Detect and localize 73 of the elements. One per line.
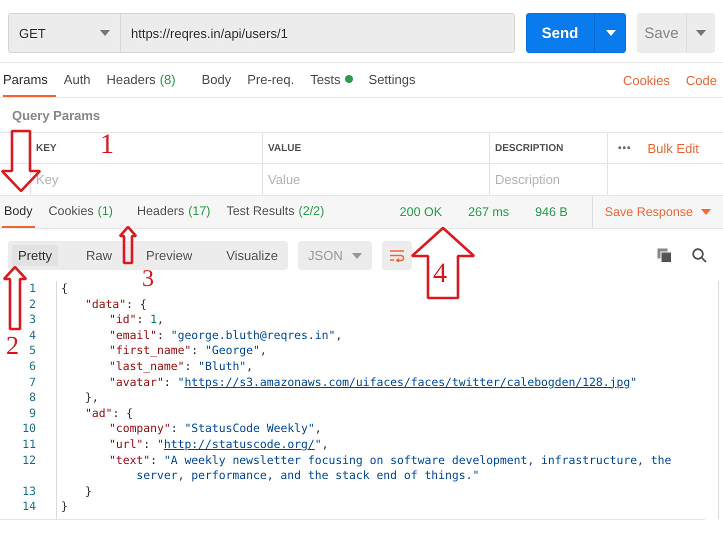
response-tab[interactable]: Cookies (1) — [46, 196, 115, 228]
line-number: 4 — [29, 328, 36, 342]
column-header: VALUE — [268, 142, 302, 154]
link[interactable]: https://s3.amazonaws.com/uifaces/faces/twitter/calebogden/128.jpg — [184, 374, 630, 389]
line-number: 6 — [29, 358, 36, 373]
view-mode-button[interactable]: Raw — [80, 245, 118, 266]
method-dropdown[interactable]: GET — [8, 13, 120, 53]
annotation-number: 2 — [6, 333, 19, 359]
code-line: "last_name": "Bluth", — [108, 358, 254, 375]
request-tab[interactable]: Params — [3, 63, 56, 97]
code-line: "url": "http://statuscode.org/", — [108, 436, 330, 453]
code-line: } — [84, 484, 93, 500]
view-mode-button[interactable]: Pretty — [12, 245, 58, 266]
caret-icon — [100, 30, 110, 36]
line-number: 2 — [29, 296, 36, 311]
response-size: 946 B — [535, 204, 568, 221]
request-tab[interactable]: Tests — [310, 63, 361, 97]
search-icon[interactable] — [692, 248, 707, 263]
line-number: 7 — [29, 374, 36, 389]
section-title: Query Params — [11, 106, 102, 125]
code-line: } — [61, 499, 69, 515]
wrap-icon — [389, 249, 406, 262]
line-number: 13 — [22, 484, 36, 498]
response-tab[interactable]: Headers (17) — [134, 196, 212, 228]
caret-icon — [352, 252, 362, 258]
line-number: 11 — [22, 436, 36, 451]
status-code: 200 OK — [400, 204, 442, 221]
response-tab[interactable]: Body — [2, 196, 34, 228]
code-line: "data": { — [84, 296, 148, 312]
code-line: "email": "george.bluth@reqres.in", — [108, 328, 344, 344]
code-line: "ad": { — [84, 406, 134, 422]
annotation-number: 3 — [142, 267, 154, 291]
request-tab[interactable]: Pre-req. — [247, 63, 302, 97]
caret-icon — [696, 30, 706, 36]
line-number: 1 — [29, 281, 36, 295]
line-number: 12 — [22, 452, 36, 467]
url-field[interactable]: https://reqres.in/api/users/1 — [120, 13, 515, 53]
column-header: KEY — [36, 142, 57, 154]
annotation-number: 1 — [100, 131, 114, 159]
link[interactable]: http://statuscode.org/ — [164, 436, 315, 451]
code-line: { — [61, 281, 69, 297]
column-header: DESCRIPTION — [495, 142, 564, 154]
code-line: "id": 1, — [108, 312, 165, 328]
caret-icon — [701, 209, 711, 215]
response-time: 267 ms — [468, 204, 510, 221]
request-tab[interactable]: Body — [202, 63, 240, 97]
line-number: 10 — [22, 421, 36, 436]
view-mode-button[interactable]: Preview — [140, 245, 198, 266]
send-options-button[interactable] — [594, 13, 626, 53]
line-number: 9 — [29, 406, 36, 420]
request-tab[interactable]: Settings — [368, 63, 424, 97]
line-number: 8 — [29, 390, 36, 404]
code-line: "avatar": "https://s3.amazonaws.com/uifaces/faces/twitter/calebogden/128.jpg" — [108, 374, 638, 390]
up-arrow-drawing — [2, 265, 28, 331]
view-mode-button[interactable]: Visualize — [220, 245, 284, 266]
more-options-button[interactable]: ••• — [618, 142, 632, 154]
code-line: "first_name": "George", — [108, 343, 268, 359]
copy-icon[interactable] — [657, 248, 672, 263]
code-line: "text": "A weekly newsletter focusing on software development, infrastructure, the server, performance, and the stack end of things." — [108, 452, 672, 484]
line-number: 3 — [29, 312, 36, 326]
up-arrow-drawing — [118, 225, 138, 265]
request-tab[interactable]: Auth — [64, 63, 99, 97]
caret-icon — [606, 30, 616, 36]
line-number: 14 — [22, 499, 36, 514]
wrap-lines-button[interactable] — [382, 241, 412, 270]
code-line: }, — [84, 390, 100, 406]
request-tab[interactable]: Headers (8) — [106, 63, 184, 97]
annotation-number: 4 — [433, 260, 447, 288]
save-options-button[interactable] — [686, 13, 715, 53]
response-tab[interactable]: Test Results (2/2) — [224, 196, 326, 228]
line-number: 5 — [29, 343, 36, 358]
send-button[interactable]: Send — [526, 13, 594, 53]
code-line: "company": "StatusCode Weekly", — [108, 421, 323, 437]
